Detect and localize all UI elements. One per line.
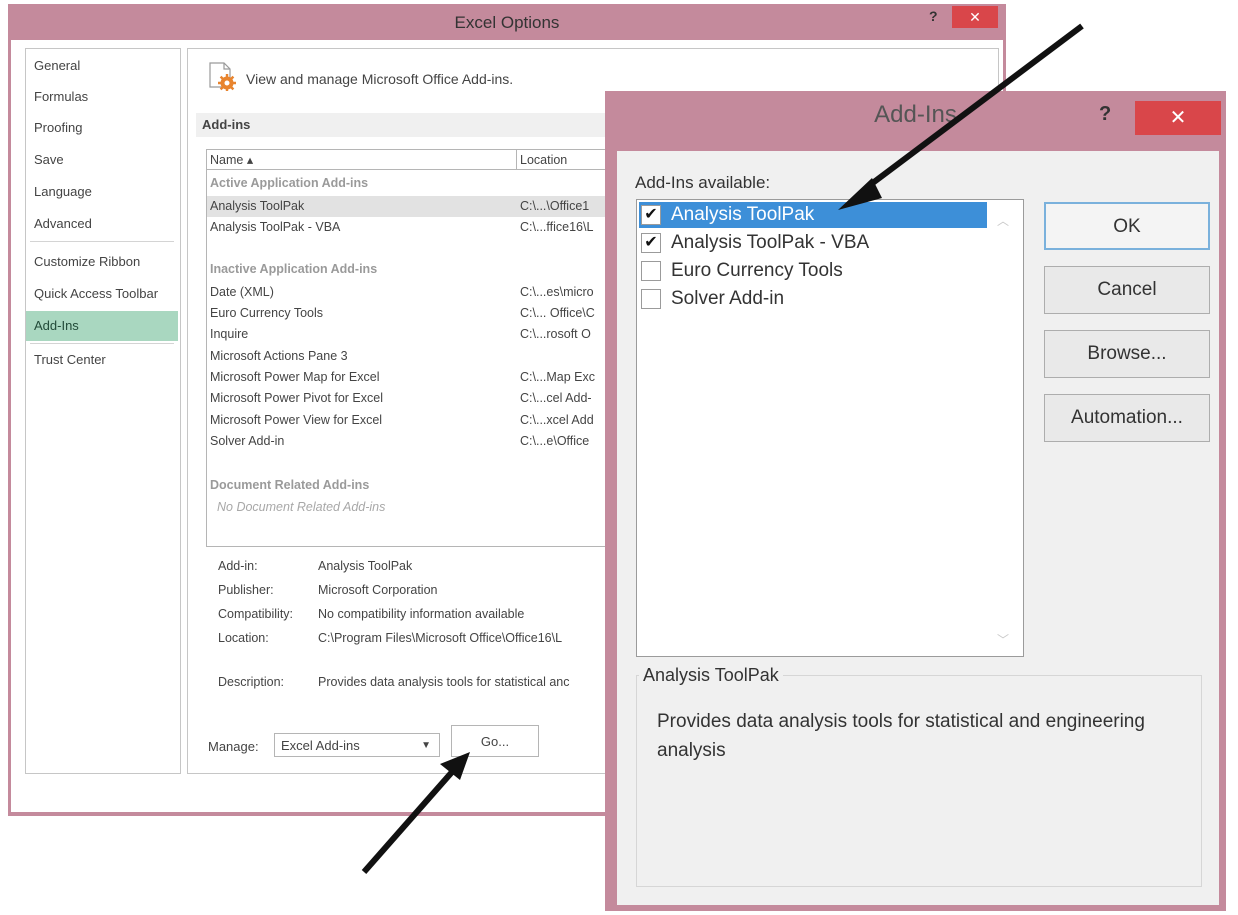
close-button[interactable]: ✕ [952,6,998,28]
row-location: C:\...Map Exc [520,370,596,384]
list-item-label: Euro Currency Tools [671,260,843,281]
row-name: Date (XML) [210,285,274,299]
group-title-active: Active Application Add-ins [210,176,369,190]
nav-divider [30,241,174,242]
checkbox-unchecked[interactable] [641,261,661,281]
row-location: C:\...xcel Add [520,413,594,427]
help-button[interactable]: ? [1099,103,1111,126]
detail-value: Microsoft Corporation [318,583,438,597]
nav-item-formulas[interactable]: Formulas [26,82,178,112]
detail-label: Location: [218,631,269,645]
add-in-description: Provides data analysis tools for statist… [657,711,1145,761]
row-location: C:\...cel Add- [520,391,592,405]
no-document-addins-text: No Document Related Add-ins [217,500,386,514]
dialog-body: Add-Ins available: ✔ Analysis ToolPak ✔ … [617,151,1219,905]
row-location: C:\...rosoft O [520,327,591,341]
detail-value: Provides data analysis tools for statist… [318,675,570,689]
help-button[interactable]: ? [929,8,938,24]
detail-label: Compatibility: [218,607,294,621]
browse-button[interactable]: Browse... [1044,330,1210,378]
add-ins-list[interactable]: ✔ Analysis ToolPak ✔ Analysis ToolPak - … [636,199,1024,657]
list-item-label: Analysis ToolPak - VBA [671,232,870,253]
row-name: Microsoft Power Pivot for Excel [210,391,383,405]
close-button[interactable]: ✕ [1135,101,1221,135]
nav-item-proofing[interactable]: Proofing [26,113,178,143]
row-name: Microsoft Power View for Excel [210,413,383,427]
add-ins-gear-icon [209,62,236,91]
ok-button[interactable]: OK [1044,202,1210,250]
cancel-button[interactable]: Cancel [1044,266,1210,314]
manage-dropdown-value: Excel Add-ins [281,738,360,753]
add-ins-available-label: Add-Ins available: [635,173,771,192]
scroll-up-icon[interactable]: ︿ [997,212,1009,229]
column-header-name[interactable]: Name ▴ [207,150,517,170]
list-item-analysis-toolpak-vba[interactable]: ✔ Analysis ToolPak - VBA [639,230,987,256]
list-item-label: Solver Add-in [671,288,785,309]
row-location: C:\...e\Office [520,434,590,448]
row-name: Microsoft Power Map for Excel [210,370,380,384]
group-title-document: Document Related Add-ins [210,478,370,492]
add-ins-dialog: Add-Ins ? ✕ Add-Ins available: ✔ Analysi… [605,91,1226,911]
nav-item-save[interactable]: Save [26,145,178,175]
row-location: C:\...ffice16\L [520,220,594,234]
scroll-down-icon[interactable]: ﹀ [997,631,1009,648]
list-item-analysis-toolpak[interactable]: ✔ Analysis ToolPak [639,202,987,228]
manage-dropdown[interactable]: Excel Add-ins ▼ [274,733,440,757]
detail-label: Description: [218,675,284,689]
nav-item-add-ins[interactable]: Add-Ins [26,311,178,341]
nav-item-quick-access-toolbar[interactable]: Quick Access Toolbar [26,279,178,309]
nav-item-general[interactable]: General [26,51,178,81]
checkbox-unchecked[interactable] [641,289,661,309]
options-nav: General Formulas Proofing Save Language … [25,48,181,774]
checkbox-checked[interactable]: ✔ [641,205,661,225]
list-item-solver-add-in[interactable]: Solver Add-in [639,286,987,312]
row-name: Microsoft Actions Pane 3 [210,349,348,363]
nav-item-trust-center[interactable]: Trust Center [26,345,178,375]
checkbox-checked[interactable]: ✔ [641,233,661,253]
row-name: Analysis ToolPak [210,199,305,213]
row-name: Solver Add-in [210,434,285,448]
row-name: Analysis ToolPak - VBA [210,220,341,234]
list-item-euro-currency-tools[interactable]: Euro Currency Tools [639,258,987,284]
row-name: Euro Currency Tools [210,306,324,320]
detail-value: Analysis ToolPak [318,559,413,573]
row-location: C:\... Office\C [520,306,595,320]
nav-item-advanced[interactable]: Advanced [26,209,178,239]
nav-divider [30,343,174,344]
description-group-title: Analysis ToolPak [639,665,783,686]
list-item-label: Analysis ToolPak [671,204,815,225]
detail-value: C:\Program Files\Microsoft Office\Office… [318,631,563,645]
dialog-title: Add-Ins [874,101,957,128]
detail-label: Publisher: [218,583,274,597]
panel-header-text: View and manage Microsoft Office Add-ins… [246,71,514,87]
detail-label: Add-in: [218,559,258,573]
group-title-inactive: Inactive Application Add-ins [210,262,378,276]
nav-item-language[interactable]: Language [26,177,178,207]
manage-label: Manage: [208,739,259,754]
dropdown-arrow-icon: ▼ [421,740,431,751]
detail-value: No compatibility information available [318,607,525,621]
automation-button[interactable]: Automation... [1044,394,1210,442]
row-name: Inquire [210,327,249,341]
nav-item-customize-ribbon[interactable]: Customize Ribbon [26,247,178,277]
row-location: C:\...\Office1 [520,199,590,213]
row-location: C:\...es\micro [520,285,594,299]
window-title: Excel Options [454,13,560,32]
go-button[interactable]: Go... [451,725,539,757]
